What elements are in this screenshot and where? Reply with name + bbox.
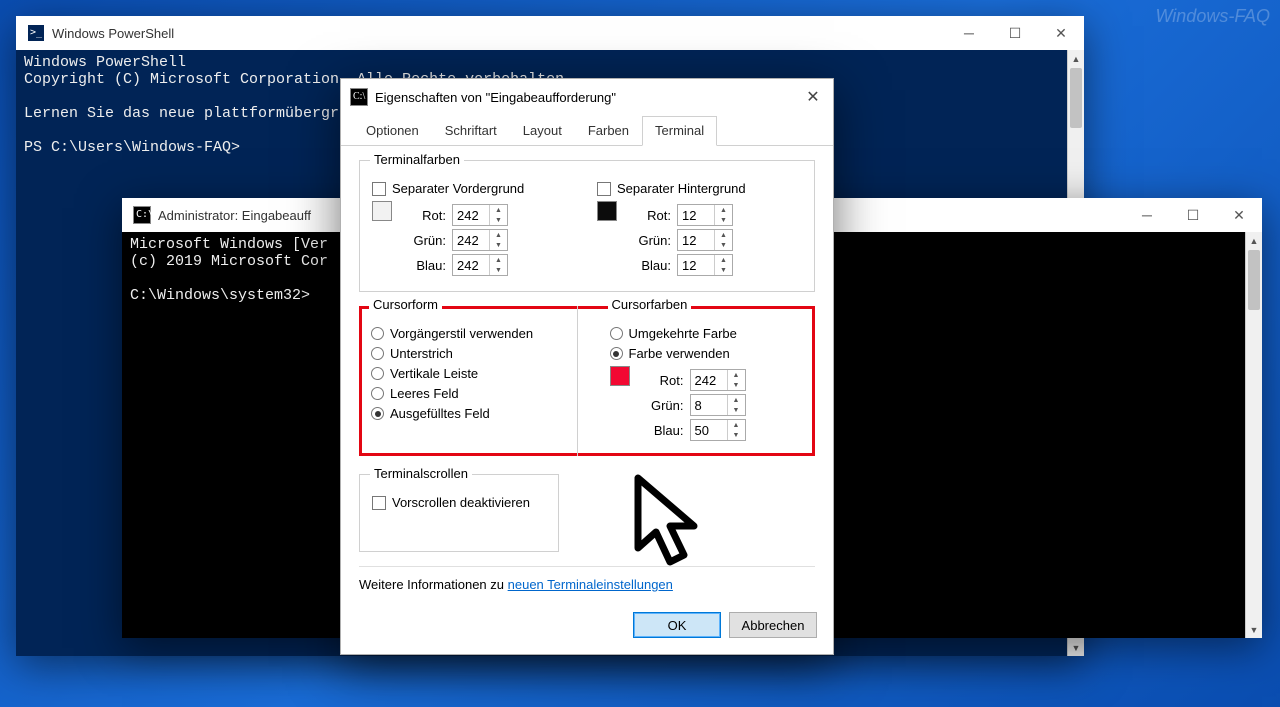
radio-ausgefuelltes-feld[interactable]: Ausgefülltes Feld [371, 406, 565, 421]
watermark: Windows-FAQ [1155, 6, 1270, 27]
maximize-button[interactable]: ☐ [1170, 198, 1216, 232]
link-terminal-settings[interactable]: neuen Terminaleinstellungen [508, 577, 673, 592]
scroll-down-icon[interactable]: ▼ [1246, 621, 1262, 638]
fg-swatch[interactable] [372, 201, 392, 221]
more-info-line: Weitere Informationen zu neuen Terminale… [359, 577, 815, 592]
scroll-thumb[interactable] [1248, 250, 1260, 310]
radio-vorgaenger[interactable]: Vorgängerstil verwenden [371, 326, 565, 341]
spin-bg-b[interactable]: ▲▼ [677, 254, 733, 276]
label-rot: Rot: [644, 373, 684, 388]
ps-title: Windows PowerShell [52, 26, 946, 41]
scroll-down-icon[interactable]: ▼ [1068, 639, 1084, 656]
label-blau: Blau: [644, 423, 684, 438]
minimize-button[interactable]: ─ [946, 16, 992, 50]
legend-cursorfarben: Cursorfarben [608, 297, 692, 312]
label-gruen: Grün: [644, 398, 684, 413]
cancel-button[interactable]: Abbrechen [729, 612, 817, 638]
spin-cursor-b[interactable]: ▲▼ [690, 419, 746, 441]
label-gruen: Grün: [631, 233, 671, 248]
chk-sep-bg-label: Separater Hintergrund [617, 181, 746, 196]
radio-farbe-verwenden[interactable]: Farbe verwenden [610, 346, 804, 361]
powershell-icon: >_ [28, 25, 44, 41]
legend-cursorform: Cursorform [369, 297, 442, 312]
close-button[interactable]: ✕ [1038, 16, 1084, 50]
radio-umgekehrte-farbe[interactable]: Umgekehrte Farbe [610, 326, 804, 341]
scroll-thumb[interactable] [1070, 68, 1082, 128]
dialog-title: Eigenschaften von "Eingabeaufforderung" [375, 90, 793, 105]
legend-terminalscrollen: Terminalscrollen [370, 466, 472, 481]
ps-titlebar[interactable]: >_ Windows PowerShell ─ ☐ ✕ [16, 16, 1084, 50]
radio-leeres-feld[interactable]: Leeres Feld [371, 386, 565, 401]
legend-terminalfarben: Terminalfarben [370, 152, 464, 167]
close-button[interactable]: ✕ [1216, 198, 1262, 232]
label-gruen: Grün: [406, 233, 446, 248]
scrollbar[interactable]: ▲ ▼ [1245, 232, 1262, 638]
bg-swatch[interactable] [597, 201, 617, 221]
tab-layout[interactable]: Layout [510, 116, 575, 146]
group-cursorfarben: Cursorfarben Umgekehrte Farbe Farbe verw… [598, 306, 816, 456]
dialog-titlebar[interactable]: C:\ Eigenschaften von "Eingabeaufforderu… [341, 79, 833, 115]
scroll-up-icon[interactable]: ▲ [1246, 232, 1262, 249]
checkbox-icon [597, 182, 611, 196]
chk-sep-foreground[interactable]: Separater Vordergrund [372, 181, 577, 196]
label-blau: Blau: [406, 258, 446, 273]
group-cursorform: Cursorform Vorgängerstil verwenden Unter… [359, 306, 578, 456]
close-icon[interactable]: ✕ [793, 79, 833, 115]
checkbox-icon [372, 496, 386, 510]
cmd-icon: C:\ [134, 207, 150, 223]
tab-optionen[interactable]: Optionen [353, 116, 432, 146]
ok-button[interactable]: OK [633, 612, 721, 638]
spin-fg-b[interactable]: ▲▼ [452, 254, 508, 276]
group-terminalscrollen: Terminalscrollen Vorscrollen deaktiviere… [359, 474, 559, 552]
tab-schriftart[interactable]: Schriftart [432, 116, 510, 146]
spin-bg-g[interactable]: ▲▼ [677, 229, 733, 251]
chk-sep-fg-label: Separater Vordergrund [392, 181, 524, 196]
spin-fg-g[interactable]: ▲▼ [452, 229, 508, 251]
chk-vorscrollen-deaktivieren[interactable]: Vorscrollen deaktivieren [372, 495, 546, 510]
label-rot: Rot: [631, 208, 671, 223]
spin-cursor-g[interactable]: ▲▼ [690, 394, 746, 416]
tab-terminal[interactable]: Terminal [642, 116, 717, 146]
radio-unterstrich[interactable]: Unterstrich [371, 346, 565, 361]
label-blau: Blau: [631, 258, 671, 273]
spin-bg-r[interactable]: ▲▼ [677, 204, 733, 226]
cmd-icon: C:\ [351, 89, 367, 105]
checkbox-icon [372, 182, 386, 196]
radio-vertikale-leiste[interactable]: Vertikale Leiste [371, 366, 565, 381]
scroll-up-icon[interactable]: ▲ [1068, 50, 1084, 67]
chk-vorscrollen-label: Vorscrollen deaktivieren [392, 495, 530, 510]
spin-fg-r[interactable]: ▲▼ [452, 204, 508, 226]
minimize-button[interactable]: ─ [1124, 198, 1170, 232]
cursor-swatch[interactable] [610, 366, 630, 386]
chk-sep-background[interactable]: Separater Hintergrund [597, 181, 802, 196]
tab-strip: Optionen Schriftart Layout Farben Termin… [341, 115, 833, 146]
label-rot: Rot: [406, 208, 446, 223]
maximize-button[interactable]: ☐ [992, 16, 1038, 50]
group-terminalfarben: Terminalfarben Separater Vordergrund Rot… [359, 160, 815, 292]
properties-dialog: C:\ Eigenschaften von "Eingabeaufforderu… [340, 78, 834, 655]
spin-cursor-r[interactable]: ▲▼ [690, 369, 746, 391]
tab-farben[interactable]: Farben [575, 116, 642, 146]
